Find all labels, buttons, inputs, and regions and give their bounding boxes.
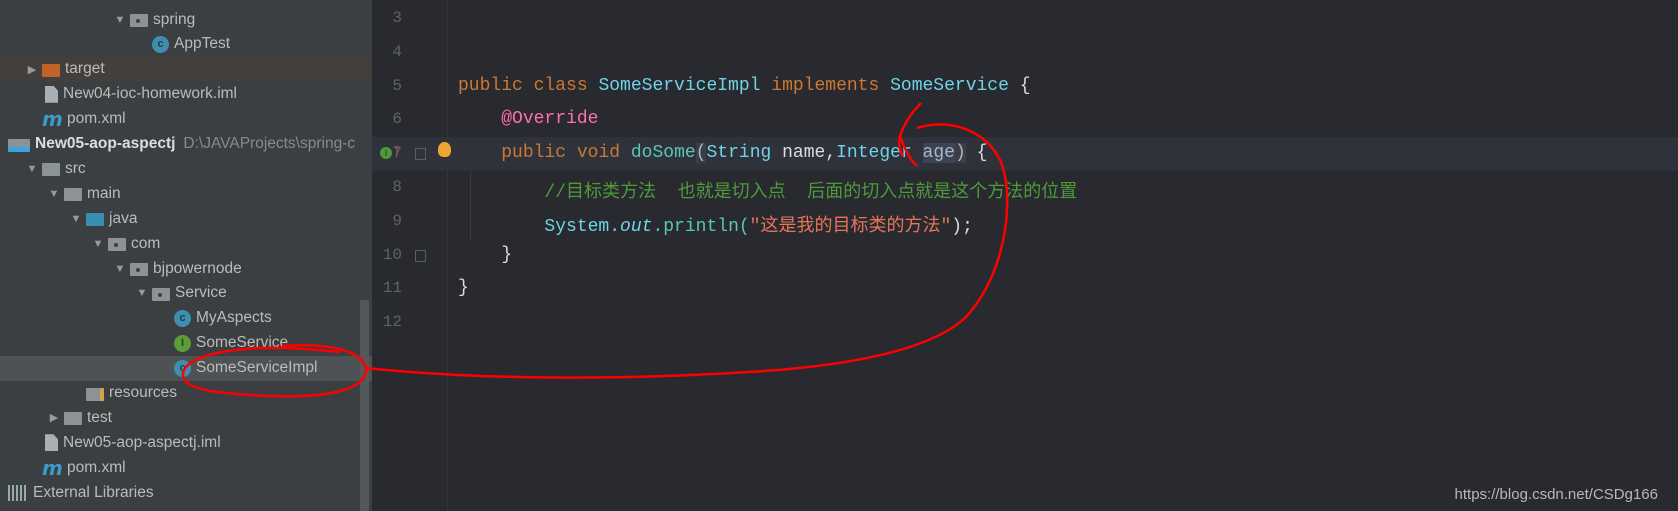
red-annotation-arrow [181,102,1009,398]
annotation-curve [365,123,1009,379]
annotation-circle [181,343,368,398]
annotation-arrowhead [897,102,922,167]
